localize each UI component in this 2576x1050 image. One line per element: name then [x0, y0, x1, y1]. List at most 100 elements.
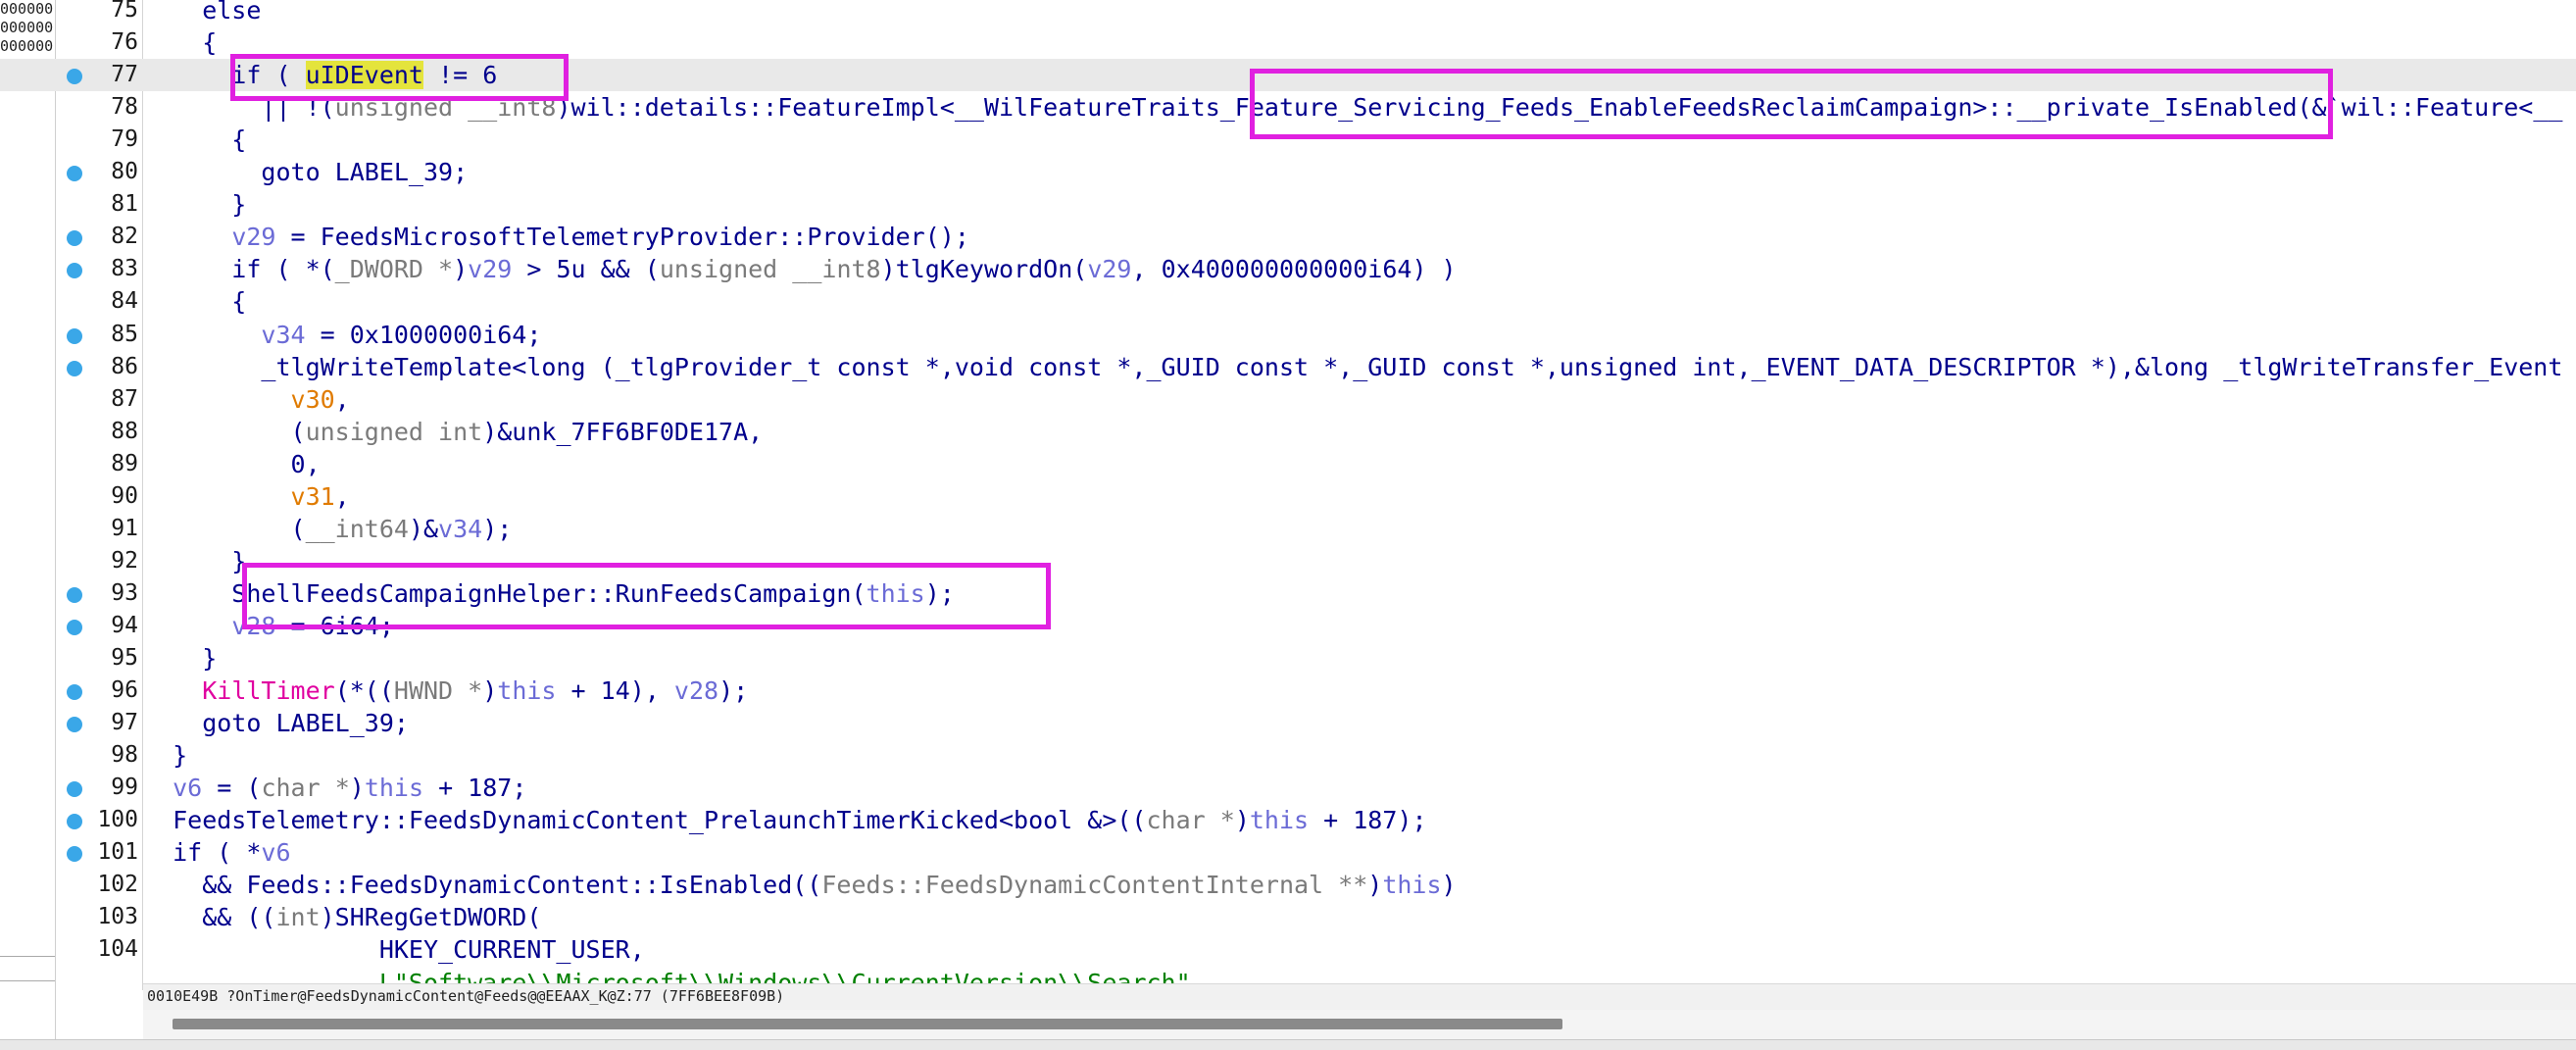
code-token: v29 — [1087, 255, 1132, 284]
breakpoint-dot-icon[interactable] — [67, 586, 82, 603]
code-text[interactable]: v31, — [143, 480, 350, 513]
code-line[interactable]: 81 } — [0, 188, 2576, 221]
code-text[interactable]: && ((int)SHRegGetDWORD( — [143, 901, 541, 933]
breakpoint-dot-icon[interactable] — [67, 263, 82, 279]
breakpoint-dot-icon[interactable] — [67, 230, 82, 247]
breakpoint-dot-icon[interactable] — [67, 327, 82, 344]
breakpoint-dot-icon[interactable] — [67, 166, 82, 182]
code-line[interactable]: 90 v31, — [0, 480, 2576, 513]
breakpoint-dot-icon[interactable] — [67, 814, 82, 830]
code-token: ) — [349, 774, 365, 803]
code-line[interactable]: 82 v29 = FeedsMicrosoftTelemetryProvider… — [0, 221, 2576, 253]
line-number: 86 — [111, 353, 138, 379]
code-line[interactable]: 88 (unsigned int)&unk_7FF6BF0DE17A, — [0, 416, 2576, 448]
code-line[interactable]: 104 HKEY_CURRENT_USER, — [0, 933, 2576, 966]
code-line[interactable]: 100 FeedsTelemetry::FeedsDynamicContent_… — [0, 804, 2576, 836]
line-number: 102 — [97, 872, 138, 898]
code-token: )SHRegGetDWORD( — [320, 903, 542, 932]
code-text[interactable]: goto LABEL_39; — [143, 156, 468, 188]
code-text[interactable]: && Feeds::FeedsDynamicContent::IsEnabled… — [143, 869, 1456, 901]
code-text[interactable]: v30, — [143, 383, 350, 416]
code-token: = FeedsMicrosoftTelemetryProvider::Provi… — [275, 223, 969, 252]
line-number: 89 — [111, 450, 138, 476]
code-token: ) — [482, 676, 498, 706]
code-token: v34 — [261, 320, 306, 349]
code-text[interactable]: if ( *(_DWORD *)v29 > 5u && (unsigned __… — [143, 253, 1457, 285]
code-line[interactable]: 89 0, — [0, 448, 2576, 480]
code-text[interactable]: _tlgWriteTemplate<long (_tlgProvider_t c… — [143, 351, 2562, 383]
code-text[interactable]: v6 = (char *)this + 187; — [143, 772, 526, 804]
code-line[interactable]: 98 } — [0, 739, 2576, 772]
code-line[interactable]: 75 else — [0, 0, 2576, 26]
code-token: { — [143, 287, 247, 317]
breakpoint-dot-icon[interactable] — [67, 684, 82, 701]
code-token: )tlgKeywordOn( — [880, 255, 1088, 284]
line-number: 96 — [111, 677, 138, 704]
code-token: } — [143, 546, 247, 575]
code-text[interactable]: } — [143, 545, 246, 577]
code-line[interactable]: 103 && ((int)SHRegGetDWORD( — [0, 901, 2576, 933]
breakpoint-dot-icon[interactable] — [67, 360, 82, 376]
breakpoint-dot-icon[interactable] — [67, 781, 82, 798]
code-token: if ( *( — [143, 255, 335, 284]
code-token: v6 — [173, 774, 203, 803]
breakpoint-dot-icon[interactable] — [67, 619, 82, 635]
code-text[interactable]: HKEY_CURRENT_USER, — [143, 933, 645, 966]
code-text[interactable]: goto LABEL_39; — [143, 707, 409, 739]
code-token: ( — [143, 514, 306, 543]
code-token: { — [143, 125, 247, 155]
code-text[interactable]: { — [143, 285, 246, 318]
breakpoint-dot-icon[interactable] — [67, 846, 82, 863]
code-text[interactable]: } — [143, 739, 187, 772]
code-text[interactable]: KillTimer(*((HWND *)this + 14), v28); — [143, 675, 748, 707]
code-token: (*(( — [334, 676, 394, 706]
code-line[interactable]: 102 && Feeds::FeedsDynamicContent::IsEna… — [0, 869, 2576, 901]
code-token: __int64 — [305, 514, 409, 543]
code-line[interactable]: 85 v34 = 0x1000000i64; — [0, 319, 2576, 351]
code-line[interactable]: 96 KillTimer(*((HWND *)this + 14), v28); — [0, 675, 2576, 707]
line-number: 99 — [111, 775, 138, 801]
breakpoint-dot-icon[interactable] — [67, 717, 82, 733]
code-text[interactable]: (__int64)&v34); — [143, 513, 513, 545]
code-token: ) — [1234, 806, 1250, 835]
code-line[interactable]: 95 } — [0, 642, 2576, 675]
code-line[interactable]: 99 v6 = (char *)this + 187; — [0, 772, 2576, 804]
code-text[interactable]: 0, — [143, 448, 321, 480]
code-token: goto LABEL_39; — [143, 709, 409, 738]
code-text[interactable]: } — [143, 188, 246, 221]
code-text[interactable]: v34 = 0x1000000i64; — [143, 319, 541, 351]
code-token: + 14), — [556, 676, 674, 706]
breakpoint-dot-icon[interactable] — [67, 69, 82, 85]
code-token: Feeds::FeedsDynamicContentInternal ** — [821, 871, 1368, 900]
code-text[interactable]: FeedsTelemetry::FeedsDynamicContent_Prel… — [143, 804, 1426, 836]
status-bar: 0010E49B ?OnTimer@FeedsDynamicContent@Fe… — [143, 983, 2576, 1010]
line-number: 92 — [111, 547, 138, 574]
code-text[interactable]: { — [143, 124, 246, 156]
code-text[interactable]: if ( *v6 — [143, 836, 290, 869]
code-line[interactable]: 91 (__int64)&v34); — [0, 513, 2576, 545]
code-line[interactable]: 87 v30, — [0, 383, 2576, 416]
code-line[interactable]: 84 { — [0, 285, 2576, 318]
code-line[interactable]: 101 if ( *v6 — [0, 836, 2576, 869]
code-text[interactable]: v29 = FeedsMicrosoftTelemetryProvider::P… — [143, 221, 969, 253]
code-line[interactable]: 86 _tlgWriteTemplate<long (_tlgProvider_… — [0, 351, 2576, 383]
code-token: int — [275, 903, 321, 932]
line-number: 83 — [111, 256, 138, 282]
code-line[interactable]: 83 if ( *(_DWORD *)v29 > 5u && (unsigned… — [0, 253, 2576, 285]
line-number: 103 — [97, 904, 138, 930]
scrollbar-thumb[interactable] — [173, 1019, 1562, 1029]
code-text[interactable]: (unsigned int)&unk_7FF6BF0DE17A, — [143, 416, 764, 448]
line-number: 78 — [111, 94, 138, 121]
highlight-box-uidevent-check — [230, 54, 569, 101]
code-line[interactable]: 80 goto LABEL_39; — [0, 156, 2576, 188]
code-text[interactable]: { — [143, 26, 217, 59]
horizontal-scrollbar[interactable] — [143, 1010, 2576, 1039]
code-text[interactable]: } — [143, 642, 217, 675]
code-line[interactable]: 97 goto LABEL_39; — [0, 707, 2576, 739]
code-text[interactable]: else — [143, 0, 261, 26]
code-token: char * — [1146, 806, 1235, 835]
code-token: , 0x400000000000i64) ) — [1131, 255, 1457, 284]
